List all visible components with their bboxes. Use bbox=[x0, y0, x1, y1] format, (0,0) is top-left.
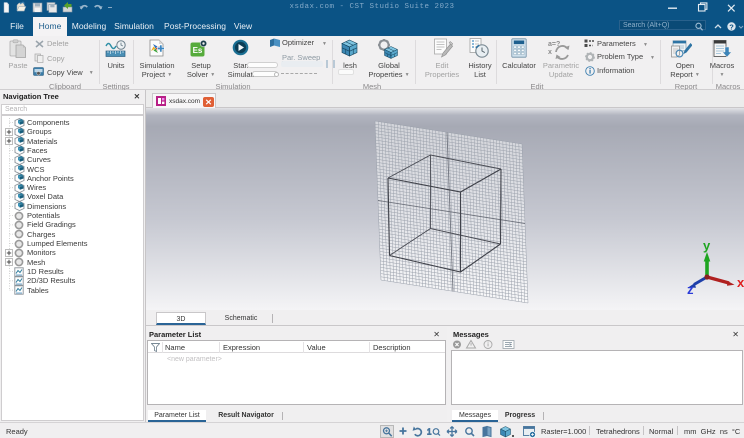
svg-text:x: x bbox=[548, 49, 552, 56]
svg-text:x: x bbox=[737, 275, 744, 290]
svg-text:1: 1 bbox=[427, 428, 432, 437]
svg-text:Es: Es bbox=[193, 46, 203, 55]
svg-text:z: z bbox=[687, 282, 694, 297]
svg-text:y: y bbox=[703, 238, 711, 253]
svg-text:?: ? bbox=[729, 22, 734, 31]
